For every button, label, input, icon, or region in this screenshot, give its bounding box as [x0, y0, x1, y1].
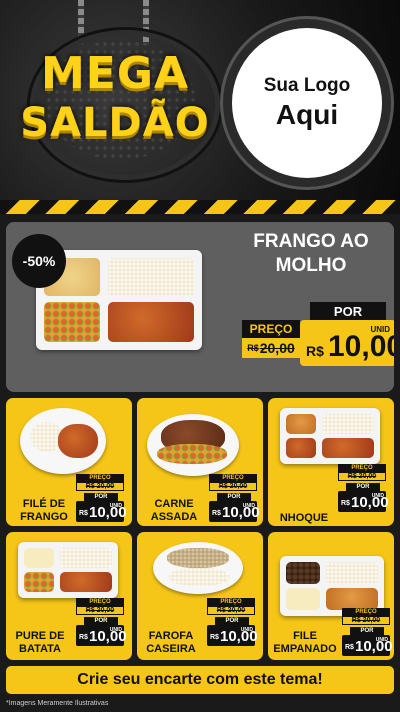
old-price: R$ 20,00: [342, 616, 390, 625]
food-mashed-potato: [24, 548, 54, 568]
old-price: R$ 20,00: [207, 606, 255, 615]
food-image: [153, 542, 243, 594]
food-rice: [326, 562, 378, 584]
price-currency: R$: [79, 510, 88, 517]
price-currency: R$: [341, 500, 350, 507]
food-salad: [24, 572, 54, 592]
old-price: R$ 20,00: [76, 606, 124, 615]
header-banner: MEGA SALDÃO Sua Logo Aqui: [0, 0, 400, 200]
food-chicken-sauce: [108, 302, 194, 342]
product-card-pure-de-batata[interactable]: PURE DE BATATA PREÇO R$ 20,00 POR UNID R…: [6, 532, 132, 660]
food-image: [280, 556, 384, 616]
price-value: 10,00: [222, 504, 260, 521]
food-breaded-fillet: [326, 588, 378, 610]
food-rice: [322, 414, 374, 434]
food-meat: [60, 572, 112, 592]
food-image: [20, 408, 106, 474]
old-price: R$ 20,00: [338, 472, 386, 481]
por-label: POR: [217, 493, 251, 501]
product-name: NHOQUE: [279, 512, 329, 524]
preco-label: PREÇO: [209, 474, 257, 482]
price-tag: UNID R$ 10,00: [207, 625, 258, 646]
title-saldao: SALDÃO: [20, 100, 210, 146]
old-price: R$ 20,00: [209, 482, 257, 491]
price-currency: R$: [79, 634, 88, 641]
price-value: 10,00: [328, 330, 394, 363]
price-tag: UNID R$ 10,00: [76, 501, 127, 522]
product-card-nhoque[interactable]: NHOQUE PREÇO R$ 20,00 POR UNID R$ 10,00: [268, 398, 394, 526]
discount-badge: -50%: [12, 234, 66, 288]
food-chicken: [58, 424, 98, 458]
price-currency: R$: [345, 644, 354, 651]
old-price: R$ 20,00: [242, 338, 300, 358]
food-rice: [169, 568, 229, 586]
food-rice: [60, 548, 112, 568]
product-card-farofa-caseira[interactable]: FAROFA CASEIRA PREÇO R$ 20,00 POR UNID R…: [137, 532, 263, 660]
product-name: FILE EMPANADO: [273, 630, 337, 655]
food-fries: [286, 414, 316, 434]
food-salad: [286, 438, 316, 458]
product-card-file-empanado[interactable]: FILE EMPANADO PREÇO R$ 20,00 POR UNID R$…: [268, 532, 394, 660]
preco-label: PREÇO: [76, 598, 124, 606]
price-tag: UNID R$ 10,00: [76, 625, 127, 646]
price-value: 10,00: [89, 628, 127, 645]
food-image: [280, 408, 380, 464]
food-image: [147, 414, 239, 476]
featured-offer[interactable]: -50% FRANGO AO MOLHO POR PREÇO R$ 20,00 …: [6, 222, 394, 392]
price-value: 10,00: [351, 494, 389, 511]
logo-line1: Sua Logo: [263, 75, 351, 96]
price-tag: UNID R$ 10,00: [342, 635, 393, 656]
food-salad: [286, 588, 320, 610]
por-label: POR: [84, 617, 118, 625]
preco-label: PREÇO: [342, 608, 390, 616]
featured-name: FRANGO AO MOLHO: [253, 231, 369, 276]
food-gnocchi: [322, 438, 374, 458]
title-mega: MEGA: [40, 48, 189, 99]
product-name: FILÉ DE FRANGO: [20, 498, 68, 523]
food-image: [18, 542, 118, 598]
logo-placeholder[interactable]: Sua Logo Aqui: [232, 28, 382, 178]
price-value: 10,00: [89, 504, 127, 521]
price-currency: R$: [212, 510, 221, 517]
food-farofa: [167, 548, 229, 568]
price-tag: UNID R$ 10,00: [300, 320, 394, 366]
product-card-file-de-frango[interactable]: FILÉ DE FRANGO PREÇO R$ 20,00 POR UNID R…: [6, 398, 132, 526]
price-value: 10,00: [355, 638, 393, 655]
logo-line2: Aqui: [275, 99, 339, 130]
old-price-currency: R$: [247, 343, 259, 353]
old-price-value: 20,00: [259, 340, 295, 356]
por-label: POR: [215, 617, 249, 625]
food-vegetables: [44, 302, 100, 342]
food-beans: [286, 562, 320, 584]
price-tag: UNID R$ 10,00: [209, 501, 260, 522]
price-currency: R$: [306, 343, 324, 359]
footnote: *Imagens Meramente Ilustrativas: [6, 700, 109, 707]
price-currency: R$: [210, 634, 219, 641]
hazard-stripe: [0, 200, 400, 214]
por-label: POR: [84, 493, 118, 501]
cta-banner[interactable]: Crie seu encarte com este tema!: [6, 666, 394, 694]
price-value: 10,00: [220, 628, 258, 645]
por-label: POR: [350, 627, 384, 635]
product-name: FAROFA CASEIRA: [146, 630, 196, 655]
old-price: R$ 20,00: [76, 482, 124, 491]
por-label: POR: [310, 302, 386, 320]
product-name: PURE DE BATATA: [15, 630, 65, 655]
preco-label: PREÇO: [242, 320, 300, 338]
food-vegetables: [157, 444, 227, 464]
preco-label: PREÇO: [76, 474, 124, 482]
por-label: POR: [346, 483, 380, 491]
product-card-carne-assada[interactable]: CARNE ASSADA PREÇO R$ 20,00 POR UNID R$ …: [137, 398, 263, 526]
preco-label: PREÇO: [207, 598, 255, 606]
food-rice: [108, 258, 194, 296]
price-tag: UNID R$ 10,00: [338, 491, 389, 512]
preco-label: PREÇO: [338, 464, 386, 472]
product-name: CARNE ASSADA: [150, 498, 198, 523]
